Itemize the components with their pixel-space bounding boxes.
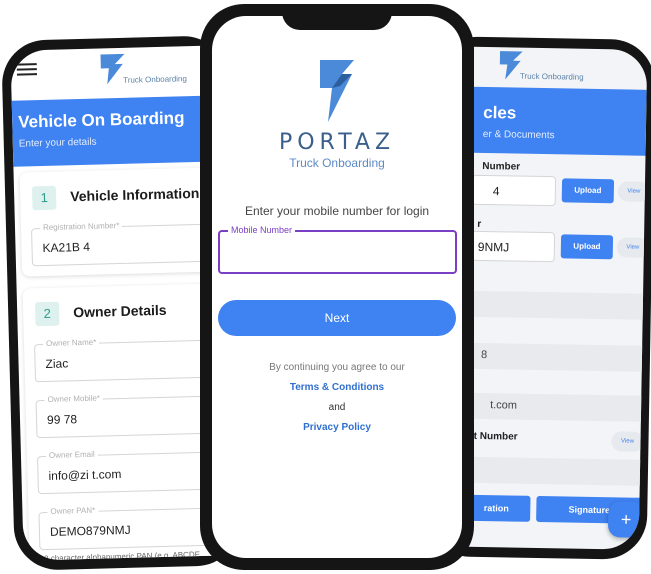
- upload-button-1[interactable]: Upload: [561, 178, 615, 204]
- mobile-number-input[interactable]: Mobile Number: [218, 225, 457, 274]
- field1-input[interactable]: 4: [471, 174, 557, 207]
- privacy-link[interactable]: Privacy Policy: [212, 422, 462, 433]
- field2-input[interactable]: 9NMJ: [470, 230, 556, 263]
- brand-subtitle: Truck Onboarding: [289, 156, 385, 170]
- page-subtitle: er & Documents: [482, 128, 555, 142]
- field1-value: 4: [492, 184, 500, 199]
- section-title-owner: Owner Details: [73, 301, 167, 321]
- add-fab-button[interactable]: +: [607, 501, 645, 538]
- login-prompt: Enter your mobile number for login: [244, 204, 430, 218]
- gray-field-3[interactable]: t.com: [467, 392, 647, 422]
- gray-field-3-value: t.com: [490, 399, 518, 412]
- view-button-3[interactable]: View: [611, 431, 644, 452]
- gray-field-1[interactable]: [469, 290, 648, 320]
- field1-label: Number: [482, 160, 521, 173]
- left-logo-text: Truck Onboarding: [123, 74, 188, 85]
- center-phone-screen: PORTAZ Truck Onboarding Enter your mobil…: [212, 16, 462, 558]
- left-header: Vehicle On Boarding Enter your details: [11, 95, 231, 167]
- agree-text: By continuing you agree to our: [269, 362, 405, 373]
- brand-name: PORTAZ: [278, 130, 396, 155]
- phone-notch: [282, 4, 392, 30]
- next-button[interactable]: Next: [218, 300, 456, 336]
- registration-value: KA21B 4: [42, 239, 91, 256]
- gray-field-2[interactable]: 8: [468, 342, 648, 372]
- right-logo-text: Truck Onboarding: [519, 71, 584, 82]
- page-title: Vehicle On Boarding: [17, 108, 185, 132]
- portaz-logo-icon: [320, 60, 354, 122]
- page-subtitle: Enter your details: [18, 136, 97, 150]
- step-number-1: 1: [31, 185, 57, 211]
- owner-email-label: Owner Email: [45, 449, 98, 461]
- section-title-vehicle: Vehicle Information: [69, 184, 200, 205]
- step-number-2: 2: [34, 301, 60, 327]
- terms-link[interactable]: Terms & Conditions: [212, 382, 462, 393]
- owner-pan-value: DEMO879NMJ: [49, 522, 131, 539]
- owner-email-value: info@zi t.com: [48, 467, 122, 483]
- field2-label: r: [477, 218, 482, 230]
- owner-mobile-label: Owner Mobile*: [44, 393, 104, 405]
- registration-label: Registration Number*: [39, 220, 123, 233]
- mobile-number-label: Mobile Number: [228, 225, 296, 235]
- owner-mobile-value: 99 78: [46, 412, 78, 427]
- view-button-1[interactable]: View: [617, 181, 648, 202]
- upload-button-2[interactable]: Upload: [560, 234, 614, 260]
- center-phone-frame: PORTAZ Truck Onboarding Enter your mobil…: [200, 4, 474, 570]
- gray-field-4[interactable]: [466, 456, 646, 486]
- and-text: and: [328, 402, 346, 413]
- owner-pan-label: Owner PAN*: [47, 505, 99, 516]
- field3-label: nt Number: [467, 430, 518, 443]
- owner-name-label: Owner Name*: [42, 337, 100, 349]
- view-button-2[interactable]: View: [616, 237, 648, 258]
- gray-field-2-value: 8: [480, 348, 488, 362]
- hamburger-icon[interactable]: [16, 60, 38, 79]
- field2-value: 9NMJ: [477, 239, 510, 255]
- page-title: cles: [483, 102, 517, 123]
- owner-name-value: Ziac: [45, 356, 69, 371]
- pan-hint: 10 character alphanumeric PAN (e.g. ABCD…: [39, 550, 201, 561]
